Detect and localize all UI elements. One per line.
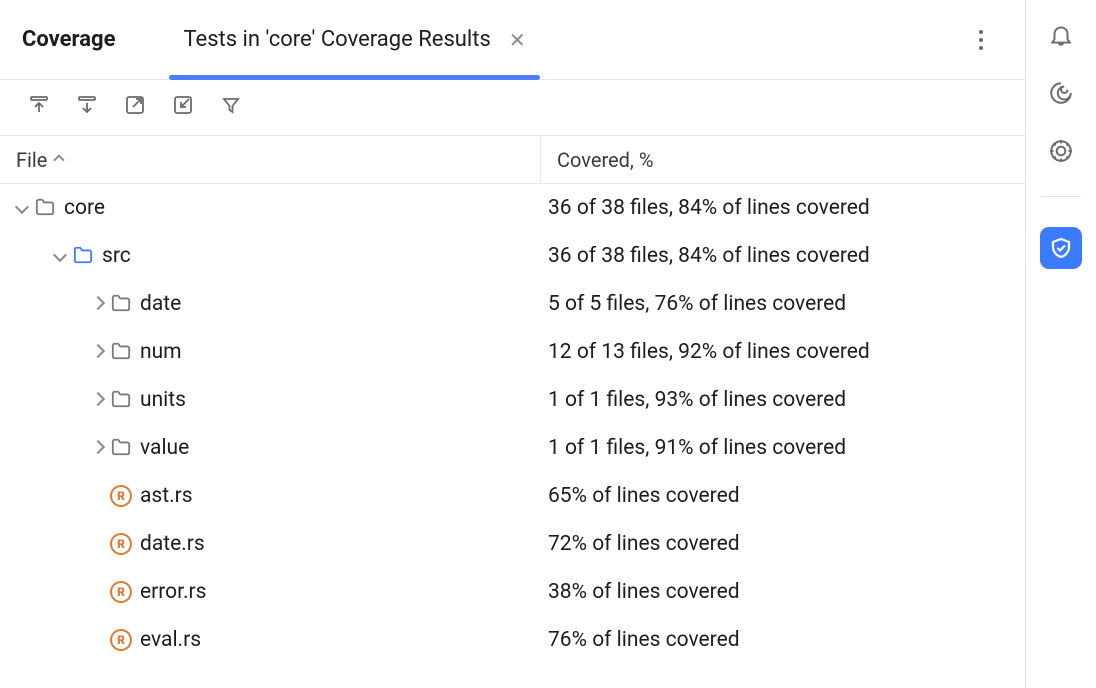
tree-row[interactable]: value 1 of 1 files, 91% of lines covered: [0, 424, 1025, 472]
active-tab-indicator: [169, 75, 539, 80]
tree-row[interactable]: eval.rs 76% of lines covered: [0, 616, 1025, 664]
chevron-right-icon[interactable]: [86, 344, 110, 360]
tree-row-name-cell: error.rs: [0, 580, 540, 604]
tree-row[interactable]: date.rs 72% of lines covered: [0, 520, 1025, 568]
panel-title: Coverage: [22, 0, 115, 79]
tree-row[interactable]: num 12 of 13 files, 92% of lines covered: [0, 328, 1025, 376]
more-options-icon[interactable]: [979, 30, 983, 50]
chevron-right-icon[interactable]: [86, 440, 110, 456]
tree-row-label: units: [140, 388, 186, 412]
column-file-label: File: [16, 148, 47, 172]
tree-row-name-cell: core: [0, 196, 540, 220]
rust-file-icon: [110, 629, 132, 651]
columns-header: File Covered, %: [0, 136, 1025, 184]
column-covered[interactable]: Covered, %: [540, 136, 1025, 183]
folder-icon: [110, 389, 132, 411]
chevron-down-icon[interactable]: [48, 248, 72, 264]
coverage-toolbar: [0, 80, 1025, 136]
tree-row-label: core: [64, 196, 105, 220]
header-actions: [979, 0, 1025, 79]
chevron-right-icon[interactable]: [86, 296, 110, 312]
tree-row-label: error.rs: [140, 580, 207, 604]
tree-row-label: ast.rs: [140, 484, 193, 508]
sort-asc-icon: [54, 154, 65, 165]
filter-icon[interactable]: [220, 94, 242, 121]
tree-row-label: num: [140, 340, 182, 364]
coverage-shield-icon[interactable]: [1040, 227, 1082, 269]
tree-row-label: src: [102, 244, 131, 268]
tree-row-name-cell: date: [0, 292, 540, 316]
tree-row-coverage: 72% of lines covered: [540, 532, 1025, 556]
navigate-up-icon[interactable]: [28, 94, 50, 121]
column-file[interactable]: File: [0, 148, 540, 172]
tree-row-coverage: 1 of 1 files, 93% of lines covered: [540, 388, 1025, 412]
chevron-right-icon[interactable]: [86, 392, 110, 408]
rust-file-icon: [110, 533, 132, 555]
tree-row-name-cell: src: [0, 244, 540, 268]
tree-row-coverage: 38% of lines covered: [540, 580, 1025, 604]
tree-row[interactable]: units 1 of 1 files, 93% of lines covered: [0, 376, 1025, 424]
tree-row[interactable]: date 5 of 5 files, 76% of lines covered: [0, 280, 1025, 328]
tree-row-name-cell: date.rs: [0, 532, 540, 556]
tree-row-name-cell: eval.rs: [0, 628, 540, 652]
tree-row-coverage: 65% of lines covered: [540, 484, 1025, 508]
tree-row-coverage: 12 of 13 files, 92% of lines covered: [540, 340, 1025, 364]
tree-row[interactable]: ast.rs 65% of lines covered: [0, 472, 1025, 520]
tree-row-label: value: [140, 436, 189, 460]
folder-icon: [34, 197, 56, 219]
tree-row-label: eval.rs: [140, 628, 201, 652]
close-tab-icon[interactable]: ✕: [509, 28, 526, 52]
notifications-icon[interactable]: [1046, 20, 1076, 50]
navigate-down-icon[interactable]: [76, 94, 98, 121]
tree-row[interactable]: error.rs 38% of lines covered: [0, 568, 1025, 616]
tree-row-coverage: 1 of 1 files, 91% of lines covered: [540, 436, 1025, 460]
rust-file-icon: [110, 581, 132, 603]
folder-icon: [110, 437, 132, 459]
rust-plugin-icon[interactable]: [1046, 136, 1076, 166]
import-icon[interactable]: [172, 94, 194, 121]
tree-row-coverage: 36 of 38 files, 84% of lines covered: [540, 244, 1025, 268]
tree-row[interactable]: core 36 of 38 files, 84% of lines covered: [0, 184, 1025, 232]
tree-row-coverage: 5 of 5 files, 76% of lines covered: [540, 292, 1025, 316]
tree-row[interactable]: src 36 of 38 files, 84% of lines covered: [0, 232, 1025, 280]
folder-icon: [110, 293, 132, 315]
tree-row-name-cell: num: [0, 340, 540, 364]
tree-row-label: date.rs: [140, 532, 205, 556]
tree-row-name-cell: units: [0, 388, 540, 412]
tree-row-label: date: [140, 292, 181, 316]
panel-header: Coverage Tests in 'core' Coverage Result…: [0, 0, 1025, 80]
tab-coverage-results[interactable]: Tests in 'core' Coverage Results ✕: [169, 0, 539, 79]
tree-row-coverage: 76% of lines covered: [540, 628, 1025, 652]
coverage-tree: core 36 of 38 files, 84% of lines covered…: [0, 184, 1025, 688]
column-covered-label: Covered, %: [557, 148, 653, 172]
chevron-down-icon[interactable]: [10, 200, 34, 216]
swirl-icon[interactable]: [1046, 78, 1076, 108]
folder-icon: [110, 341, 132, 363]
tree-row-coverage: 36 of 38 files, 84% of lines covered: [540, 196, 1025, 220]
tab-label: Tests in 'core' Coverage Results: [183, 27, 490, 52]
sidebar-divider: [1041, 196, 1081, 197]
right-sidebar: [1026, 0, 1096, 688]
tree-row-name-cell: ast.rs: [0, 484, 540, 508]
rust-file-icon: [110, 485, 132, 507]
export-icon[interactable]: [124, 94, 146, 121]
tree-row-name-cell: value: [0, 436, 540, 460]
folder-open-icon: [72, 245, 94, 267]
